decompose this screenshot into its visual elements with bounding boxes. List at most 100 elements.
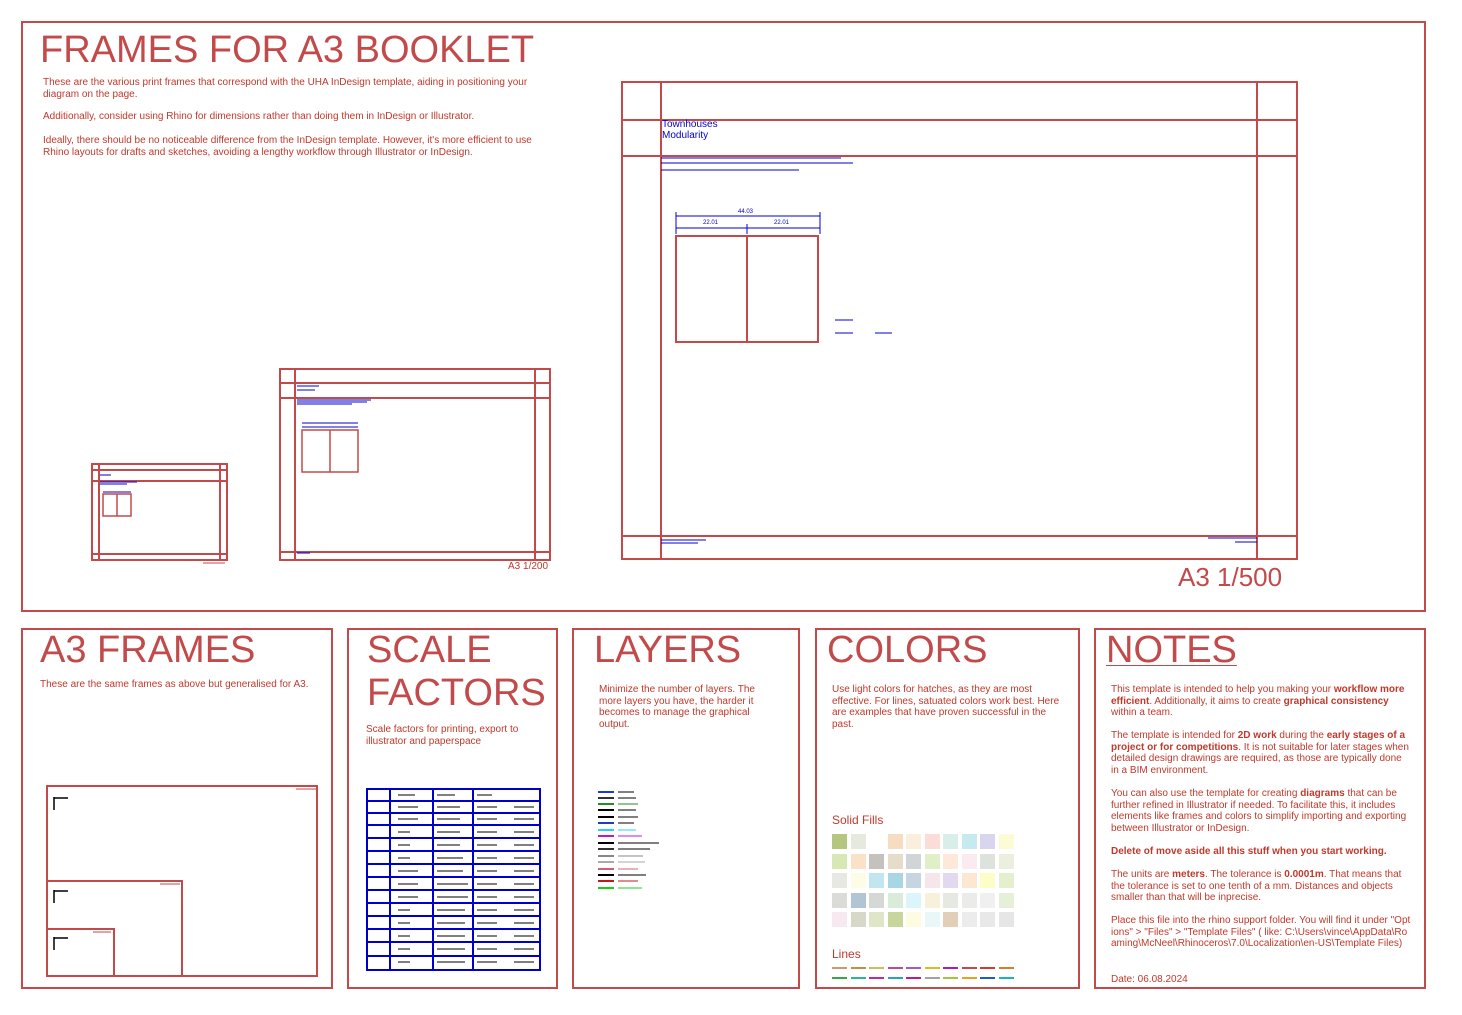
fill-swatch [832, 912, 847, 927]
fill-swatch [961, 834, 977, 849]
fill-swatch [961, 873, 977, 888]
fill-swatch [869, 853, 884, 869]
colors-panel [815, 628, 1080, 989]
line-swatch [980, 967, 995, 969]
fill-swatch [850, 873, 866, 888]
fill-swatch [906, 853, 921, 869]
fill-swatch [998, 853, 1014, 869]
line-swatch [980, 977, 995, 979]
fill-swatch [906, 912, 921, 927]
fill-swatch [924, 912, 940, 927]
frame-text-townhouses: Townhouses [662, 119, 718, 130]
fill-swatch [906, 892, 921, 908]
fill-swatch [980, 892, 995, 908]
a3-frames-title: A3 FRAMES [40, 629, 256, 671]
line-swatch [869, 977, 884, 979]
notes-para-4: Delete of move aside all this stuff when… [1111, 846, 1387, 857]
fill-swatch [924, 853, 940, 869]
notes-para-1: This template is intended to help you ma… [1111, 684, 1405, 718]
fill-swatch [943, 873, 958, 888]
line-swatch [943, 977, 958, 979]
fill-swatch [998, 892, 1014, 908]
fill-swatch [906, 834, 921, 849]
solid-fills-label: Solid Fills [832, 813, 884, 827]
notes-title: NOTES [1106, 629, 1237, 671]
line-swatch [961, 967, 977, 969]
layers-title: LAYERS [594, 629, 742, 671]
colors-desc: Use light colors for hatches, as they ar… [832, 684, 1060, 730]
fill-swatch [850, 834, 866, 849]
layers-panel [572, 628, 800, 989]
fill-swatch [998, 873, 1014, 888]
fill-swatch [869, 892, 884, 908]
fill-swatch [961, 892, 977, 908]
line-swatch [943, 967, 958, 969]
fill-swatch [832, 892, 847, 908]
fill-swatch [887, 834, 903, 849]
fill-swatch [906, 873, 921, 888]
fill-swatch [869, 834, 884, 849]
fill-swatch [961, 912, 977, 927]
fill-swatch [832, 853, 847, 869]
line-swatch [998, 977, 1014, 979]
lines-label: Lines [832, 947, 861, 961]
fill-swatch [887, 873, 903, 888]
dimension-total: 44.03 [738, 209, 754, 215]
small-frame [91, 463, 228, 561]
a3-frames-desc: These are the same frames as above but g… [40, 679, 309, 690]
big-frame [621, 81, 1298, 560]
fill-swatch [943, 912, 958, 927]
fill-swatch [850, 912, 866, 927]
fill-swatch [924, 892, 940, 908]
notes-para-2: The template is intended for 2D work dur… [1111, 730, 1409, 776]
scale-desc: Scale factors for printing, export to il… [366, 724, 519, 747]
dimension-left: 22.01 [703, 220, 719, 226]
fill-swatch [850, 853, 866, 869]
fill-swatch [980, 834, 995, 849]
line-swatch [887, 977, 903, 979]
fill-swatch [998, 834, 1014, 849]
scale-title-line-1: SCALE [367, 629, 492, 671]
line-swatch [906, 967, 921, 969]
fill-swatch [832, 873, 847, 888]
fill-swatch [887, 892, 903, 908]
fill-swatch [887, 912, 903, 927]
dimension-right: 22.01 [774, 220, 790, 226]
fill-swatch [850, 892, 866, 908]
fill-swatch [980, 853, 995, 869]
line-swatch [869, 967, 884, 969]
fill-swatch [924, 873, 940, 888]
fill-swatch [980, 912, 995, 927]
label-a3-1-500: A3 1/500 [1178, 562, 1283, 592]
fill-swatch [832, 834, 847, 849]
layers-desc: Minimize the number of layers. The more … [599, 684, 755, 730]
label-a3-1-200: A3 1/200 [508, 561, 549, 572]
notes-para-3: You can also use the template for creati… [1111, 788, 1407, 834]
line-swatch [924, 967, 940, 969]
fill-swatch [943, 834, 958, 849]
line-swatch [850, 977, 866, 979]
frame-text-modularity: Modularity [662, 130, 709, 141]
fill-swatch [998, 912, 1014, 927]
fill-swatch [980, 873, 995, 888]
line-swatch [924, 977, 940, 979]
colors-title: COLORS [827, 629, 988, 671]
line-swatch [832, 967, 847, 969]
fill-swatch [943, 892, 958, 908]
line-swatch [961, 977, 977, 979]
line-swatch [832, 977, 847, 979]
fill-swatch [943, 853, 958, 869]
fill-swatch [924, 834, 940, 849]
fill-swatch [961, 853, 977, 869]
fill-swatch [869, 873, 884, 888]
line-swatch [850, 967, 866, 969]
line-swatch [887, 967, 903, 969]
notes-para-6: Place this file into the rhino support f… [1111, 915, 1411, 949]
fill-swatch [869, 912, 884, 927]
fill-swatch [887, 853, 903, 869]
notes-date: Date: 06.08.2024 [1111, 974, 1188, 985]
line-swatch [998, 967, 1014, 969]
scale-title-line-2: FACTORS [367, 672, 546, 714]
notes-para-5: The units are meters. The tolerance is 0… [1111, 869, 1402, 903]
line-swatch [906, 977, 921, 979]
